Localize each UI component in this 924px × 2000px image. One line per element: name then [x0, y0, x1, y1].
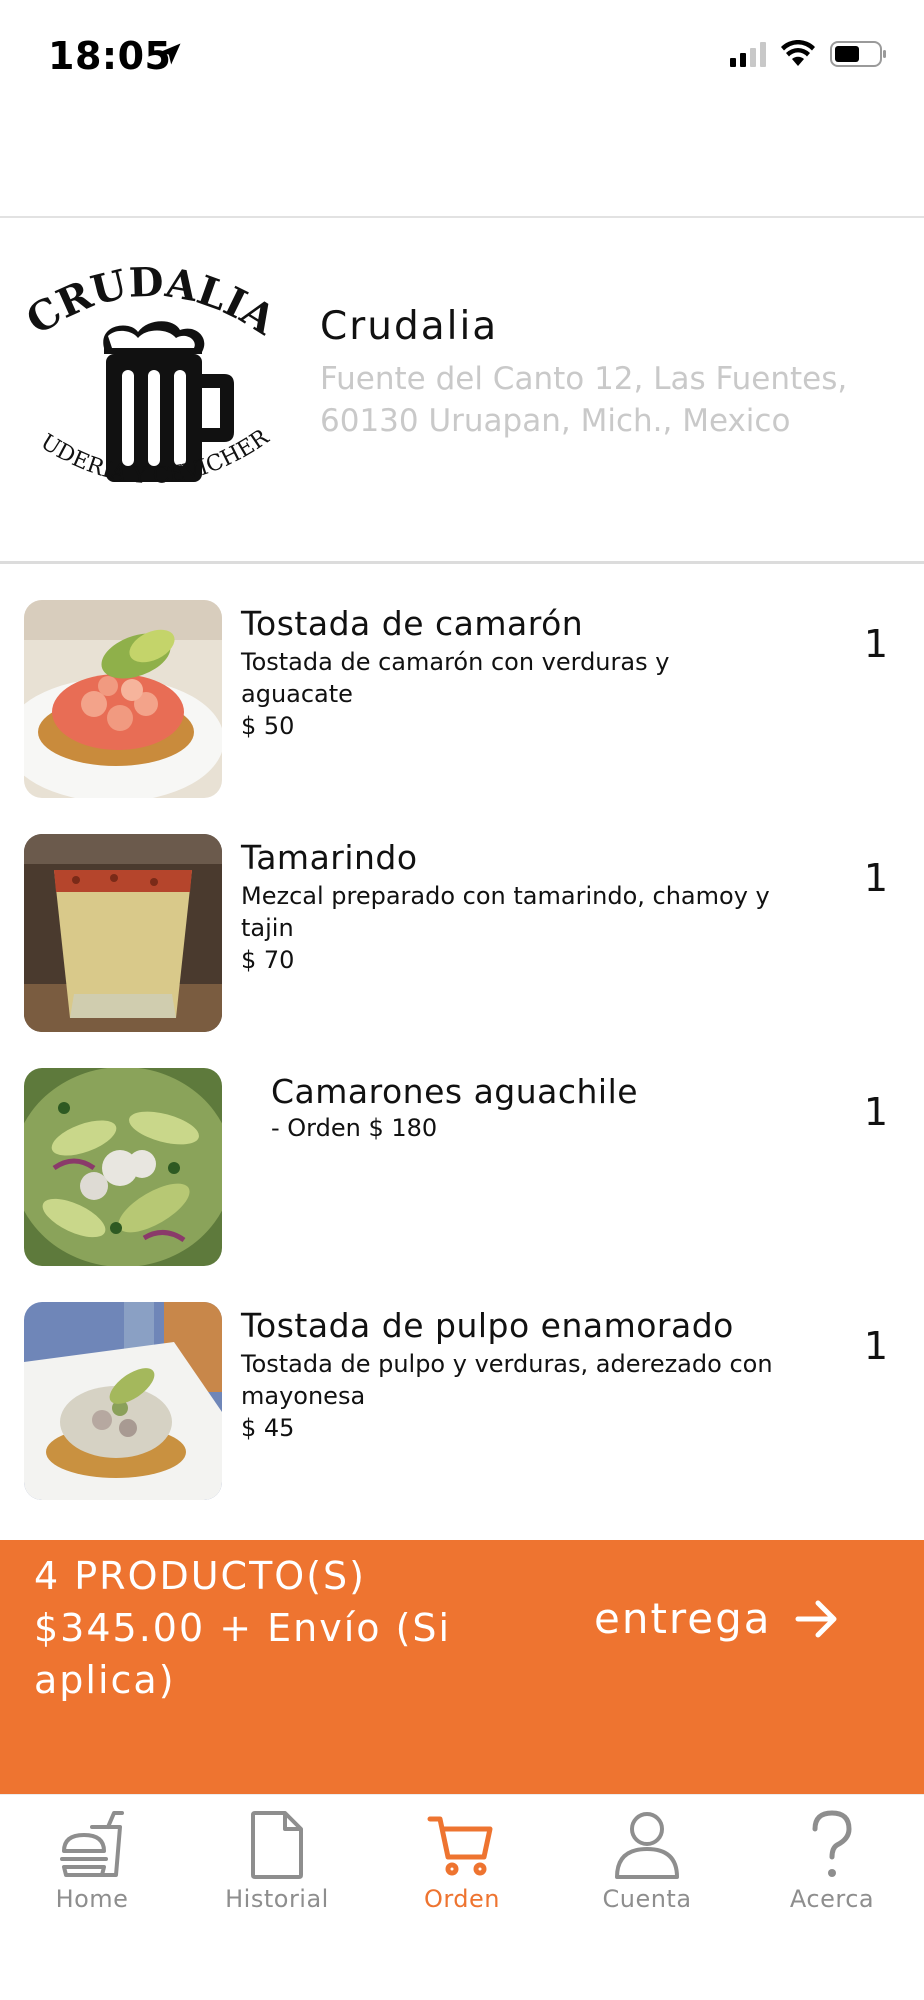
document-icon	[251, 1811, 303, 1879]
restaurant-name: Crudalia	[320, 304, 499, 349]
order-item[interactable]: Tostada de pulpo enamorado Tostada de pu…	[0, 1302, 924, 1502]
tab-home[interactable]: Home	[0, 1809, 184, 1929]
delivery-button-label: entrega	[594, 1594, 772, 1643]
status-time: 18:05	[48, 34, 172, 78]
item-details: Tostada de pulpo enamorado Tostada de pu…	[241, 1306, 781, 1444]
order-item[interactable]: Camarones aguachile - Orden $ 180 1	[0, 1068, 924, 1268]
item-price: - Orden $ 180	[271, 1114, 438, 1142]
tab-cuenta[interactable]: Cuenta	[555, 1809, 739, 1929]
tab-label: Acerca	[789, 1885, 875, 1913]
burger-drink-icon	[60, 1811, 124, 1877]
status-bar: 18:05	[0, 0, 924, 110]
tab-orden[interactable]: Orden	[370, 1809, 554, 1929]
delivery-button[interactable]: entrega	[594, 1594, 840, 1643]
question-icon	[812, 1810, 852, 1877]
cellular-signal-icon	[730, 41, 766, 67]
arrow-right-icon	[795, 1600, 837, 1637]
item-price: $ 45	[241, 1414, 295, 1442]
aguachile-image	[24, 1068, 222, 1266]
wifi-icon	[781, 40, 815, 66]
item-quantity[interactable]: 1	[864, 622, 888, 666]
location-arrow-icon	[159, 43, 181, 65]
item-quantity[interactable]: 1	[864, 856, 888, 900]
order-item[interactable]: Tostada de camarón Tostada de camarón co…	[0, 600, 924, 800]
octopus-tostada-image	[24, 1302, 222, 1500]
order-item-count: 4 PRODUCTO(S)	[34, 1554, 366, 1598]
tamarind-drink-image	[24, 834, 222, 1032]
order-summary-bar: 4 PRODUCTO(S) $345.00 + Envío (Si aplica…	[0, 1540, 924, 1794]
item-name: Tostada de camarón	[241, 604, 584, 643]
item-price: $ 50	[241, 712, 295, 740]
item-details: Camarones aguachile - Orden $ 180	[271, 1072, 811, 1144]
item-quantity[interactable]: 1	[864, 1090, 888, 1134]
battery-icon	[830, 41, 886, 67]
item-quantity[interactable]: 1	[864, 1324, 888, 1368]
item-description: Tostada de pulpo y verduras, aderezado c…	[241, 1350, 773, 1410]
status-indicators	[730, 40, 888, 68]
shrimp-tostada-image	[24, 600, 222, 798]
tab-acerca[interactable]: Acerca	[740, 1809, 924, 1929]
item-price: $ 70	[241, 946, 295, 974]
tab-historial[interactable]: Historial	[185, 1809, 369, 1929]
restaurant-address: Fuente del Canto 12, Las Fuentes, 60130 …	[320, 361, 848, 439]
user-icon	[615, 1812, 679, 1879]
restaurant-header: .CRUDALIA. ·CRUDERIA Y CEVICHERIA· Cruda…	[0, 218, 924, 562]
tab-label: Orden	[423, 1885, 501, 1913]
order-item[interactable]: Tamarindo Mezcal preparado con tamarindo…	[0, 834, 924, 1034]
item-name: Camarones aguachile	[271, 1072, 639, 1111]
tab-bar: Home Historial Orden Cuenta Acerca	[0, 1794, 924, 2000]
crudalia-logo-icon: .CRUDALIA. ·CRUDERIA Y CEVICHERIA·	[20, 262, 282, 489]
item-details: Tostada de camarón Tostada de camarón co…	[241, 604, 781, 742]
item-details: Tamarindo Mezcal preparado con tamarindo…	[241, 838, 781, 976]
item-name: Tamarindo	[241, 838, 418, 877]
item-name: Tostada de pulpo enamorado	[241, 1306, 734, 1345]
item-description: Tostada de camarón con verduras y aguaca…	[241, 648, 670, 708]
restaurant-divider	[0, 561, 924, 564]
tab-label: Cuenta	[602, 1885, 692, 1913]
tab-label: Home	[55, 1885, 129, 1913]
tab-label: Historial	[225, 1885, 329, 1913]
cart-icon	[427, 1816, 493, 1876]
order-total: $345.00 + Envío (Si aplica)	[34, 1606, 452, 1702]
item-description: Mezcal preparado con tamarindo, chamoy y…	[241, 882, 770, 942]
